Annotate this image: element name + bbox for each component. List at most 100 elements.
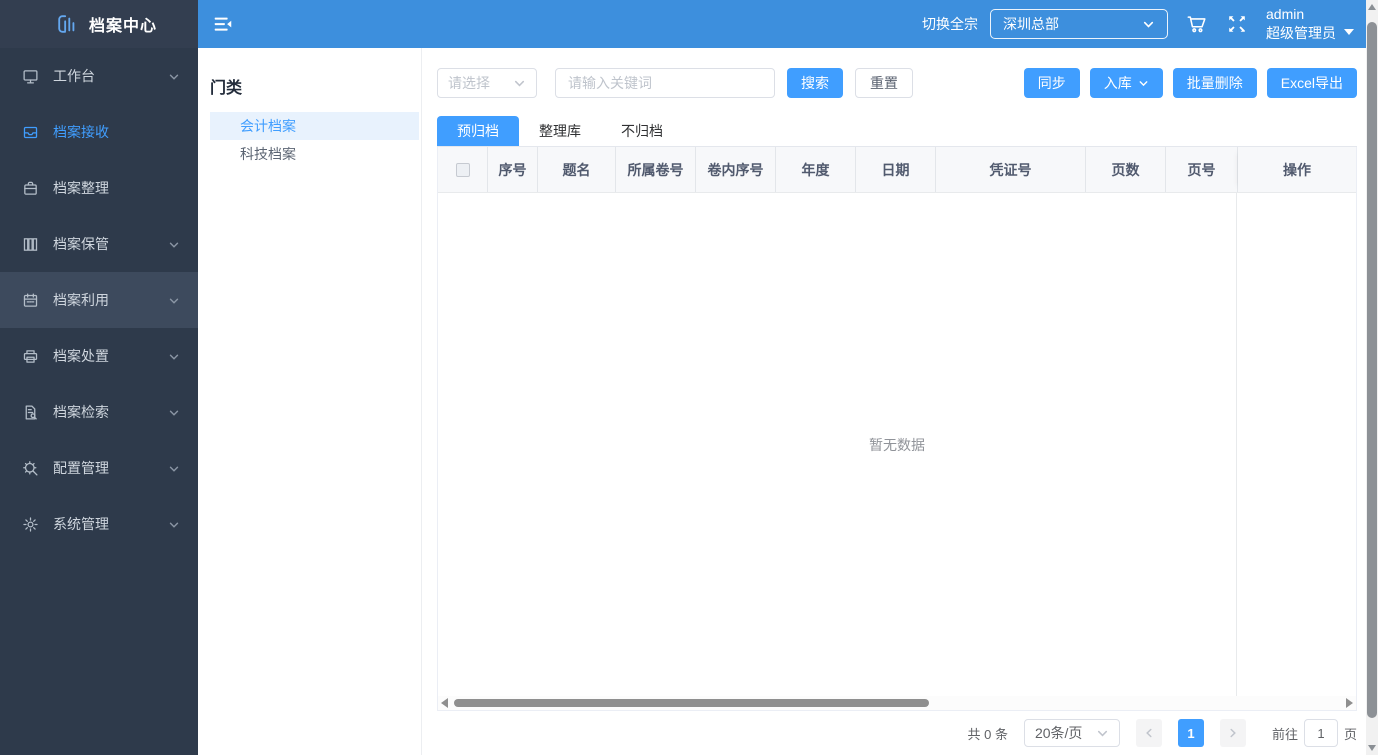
- tab-pre-archive[interactable]: 预归档: [437, 116, 519, 146]
- goto-page-input[interactable]: [1303, 719, 1338, 747]
- pagination-total: 共 0 条: [967, 726, 1008, 742]
- column-header-voucher-no: 凭证号: [936, 147, 1086, 192]
- sidebar-item-archive-organize[interactable]: 档案整理: [0, 160, 198, 216]
- sidebar-item-workbench[interactable]: 工作台: [0, 48, 198, 104]
- vertical-scrollbar[interactable]: [1366, 0, 1378, 755]
- chevron-down-icon: [168, 294, 180, 306]
- calendar-icon: [22, 292, 39, 309]
- next-page-button[interactable]: [1219, 719, 1246, 747]
- sidebar-item-archive-keep[interactable]: 档案保管: [0, 216, 198, 272]
- page-unit-label: 页: [1343, 726, 1357, 742]
- field-select-placeholder: 请选择: [448, 75, 490, 91]
- column-header-date: 日期: [856, 147, 936, 192]
- horizontal-scrollbar[interactable]: [438, 696, 1356, 710]
- table-header-checkbox-cell: [438, 147, 488, 192]
- category-panel: 门类 会计档案 科技档案: [198, 48, 422, 755]
- sidebar-item-label: 系统管理: [53, 516, 109, 532]
- topbar-right-group: 切换全宗 深圳总部 admin 超级管理员: [922, 5, 1354, 43]
- sidebar-item-label: 配置管理: [53, 460, 109, 476]
- page-size-value: 20条/页: [1034, 725, 1083, 741]
- keyword-input[interactable]: [555, 68, 775, 98]
- filter-toolbar: 请选择 搜索 重置 同步 入库 批量删除 Excel导出: [437, 68, 1357, 98]
- records-table: 序号 题名 所属卷号 卷内序号 年度 日期 凭证号 页数 页号 操作 暂无数据: [437, 147, 1357, 711]
- chevron-down-icon: [168, 70, 180, 82]
- chevron-right-icon: [1230, 728, 1236, 738]
- batch-delete-button[interactable]: 批量删除: [1172, 68, 1257, 98]
- chevron-down-icon: [1139, 80, 1148, 86]
- cart-button[interactable]: [1186, 13, 1208, 35]
- chevron-down-icon: [168, 518, 180, 530]
- column-header-year: 年度: [776, 147, 856, 192]
- fonds-select-value: 深圳总部: [1003, 16, 1059, 32]
- briefcase-icon: [22, 180, 39, 197]
- username: admin: [1266, 6, 1305, 22]
- app-window: 档案中心 工作台 档案接收 档案整理 档案保管 档案利用 档案处置 档案检索 配…: [0, 0, 1378, 755]
- scroll-left-arrow-icon[interactable]: [441, 698, 448, 708]
- sidebar-item-archive-dispose[interactable]: 档案处置: [0, 328, 198, 384]
- switch-fonds-label: 切换全宗: [922, 16, 978, 32]
- main-column: 切换全宗 深圳总部 admin 超级管理员 门类 会计档案 科技档案 请选择 请…: [198, 0, 1378, 755]
- scroll-right-arrow-icon[interactable]: [1346, 698, 1353, 708]
- printer-icon: [22, 348, 39, 365]
- chevron-down-icon: [168, 350, 180, 362]
- tab-not-archived[interactable]: 不归档: [601, 116, 683, 146]
- chevron-down-icon: [514, 80, 525, 87]
- sidebar-item-archive-search[interactable]: 档案检索: [0, 384, 198, 440]
- column-header-volume-no: 所属卷号: [616, 147, 696, 192]
- caret-down-icon: [1344, 29, 1354, 35]
- reset-button[interactable]: 重置: [855, 68, 913, 98]
- inbound-dropdown-button[interactable]: 入库: [1089, 68, 1163, 98]
- sidebar-item-label: 档案利用: [53, 292, 109, 308]
- empty-state-text: 暂无数据: [869, 436, 925, 453]
- fixed-column-divider: [1236, 193, 1237, 696]
- fullscreen-button[interactable]: [1226, 13, 1248, 35]
- archive-logo-icon: [58, 15, 75, 33]
- sidebar-item-system-manage[interactable]: 系统管理: [0, 496, 198, 552]
- gear-icon: [22, 516, 39, 533]
- topbar: 切换全宗 深圳总部 admin 超级管理员: [198, 0, 1378, 48]
- search-button[interactable]: 搜索: [787, 68, 843, 98]
- file-search-icon: [22, 404, 39, 421]
- sync-button[interactable]: 同步: [1023, 68, 1080, 98]
- category-item-accounting[interactable]: 会计档案: [210, 112, 419, 140]
- vertical-scrollbar-thumb[interactable]: [1367, 22, 1377, 718]
- column-header-actions: 操作: [1238, 147, 1356, 192]
- column-header-page-count: 页数: [1086, 147, 1166, 192]
- column-header-in-volume-seq: 卷内序号: [696, 147, 776, 192]
- select-all-checkbox[interactable]: [455, 162, 470, 177]
- sidebar: 档案中心 工作台 档案接收 档案整理 档案保管 档案利用 档案处置 档案检索 配…: [0, 0, 198, 755]
- main-panel: 请选择 搜索 重置 同步 入库 批量删除 Excel导出: [422, 48, 1378, 755]
- horizontal-scrollbar-thumb[interactable]: [454, 699, 929, 707]
- chevron-down-icon: [168, 406, 180, 418]
- inbox-icon: [22, 124, 39, 141]
- content-area: 门类 会计档案 科技档案 请选择 搜索 重置 同步: [198, 48, 1378, 755]
- user-role: 超级管理员: [1266, 25, 1336, 41]
- column-header-seq: 序号: [488, 147, 538, 192]
- sidebar-nav: 工作台 档案接收 档案整理 档案保管 档案利用 档案处置 档案检索 配置管理 系…: [0, 48, 198, 755]
- excel-export-button[interactable]: Excel导出: [1266, 68, 1357, 98]
- prev-page-button[interactable]: [1135, 719, 1162, 747]
- monitor-icon: [22, 68, 39, 85]
- page-size-select[interactable]: 20条/页: [1023, 719, 1120, 747]
- sidebar-item-label: 档案处置: [53, 348, 109, 364]
- fonds-select[interactable]: 深圳总部: [990, 9, 1168, 39]
- chevron-left-icon: [1146, 728, 1152, 738]
- sidebar-item-config-manage[interactable]: 配置管理: [0, 440, 198, 496]
- sidebar-collapse-button[interactable]: [212, 11, 238, 37]
- scroll-down-arrow-icon[interactable]: [1368, 745, 1376, 751]
- pagination-bar: 共 0 条 20条/页 1 前往 页: [437, 711, 1357, 755]
- sidebar-item-archive-use[interactable]: 档案利用: [0, 272, 198, 328]
- sidebar-item-archive-receive[interactable]: 档案接收: [0, 104, 198, 160]
- column-header-page-no: 页号: [1166, 147, 1238, 192]
- tab-organize-library[interactable]: 整理库: [519, 116, 601, 146]
- user-menu[interactable]: admin 超级管理员: [1266, 5, 1354, 43]
- scroll-up-arrow-icon[interactable]: [1368, 4, 1376, 10]
- sidebar-item-label: 档案检索: [53, 404, 109, 420]
- field-select[interactable]: 请选择: [437, 68, 537, 98]
- chevron-down-icon: [1097, 730, 1108, 737]
- current-page-button[interactable]: 1: [1177, 719, 1204, 747]
- category-item-technology[interactable]: 科技档案: [210, 140, 419, 168]
- sidebar-item-label: 工作台: [53, 68, 95, 84]
- chevron-down-icon: [1143, 21, 1154, 28]
- table-header-row: 序号 题名 所属卷号 卷内序号 年度 日期 凭证号 页数 页号 操作: [438, 147, 1356, 193]
